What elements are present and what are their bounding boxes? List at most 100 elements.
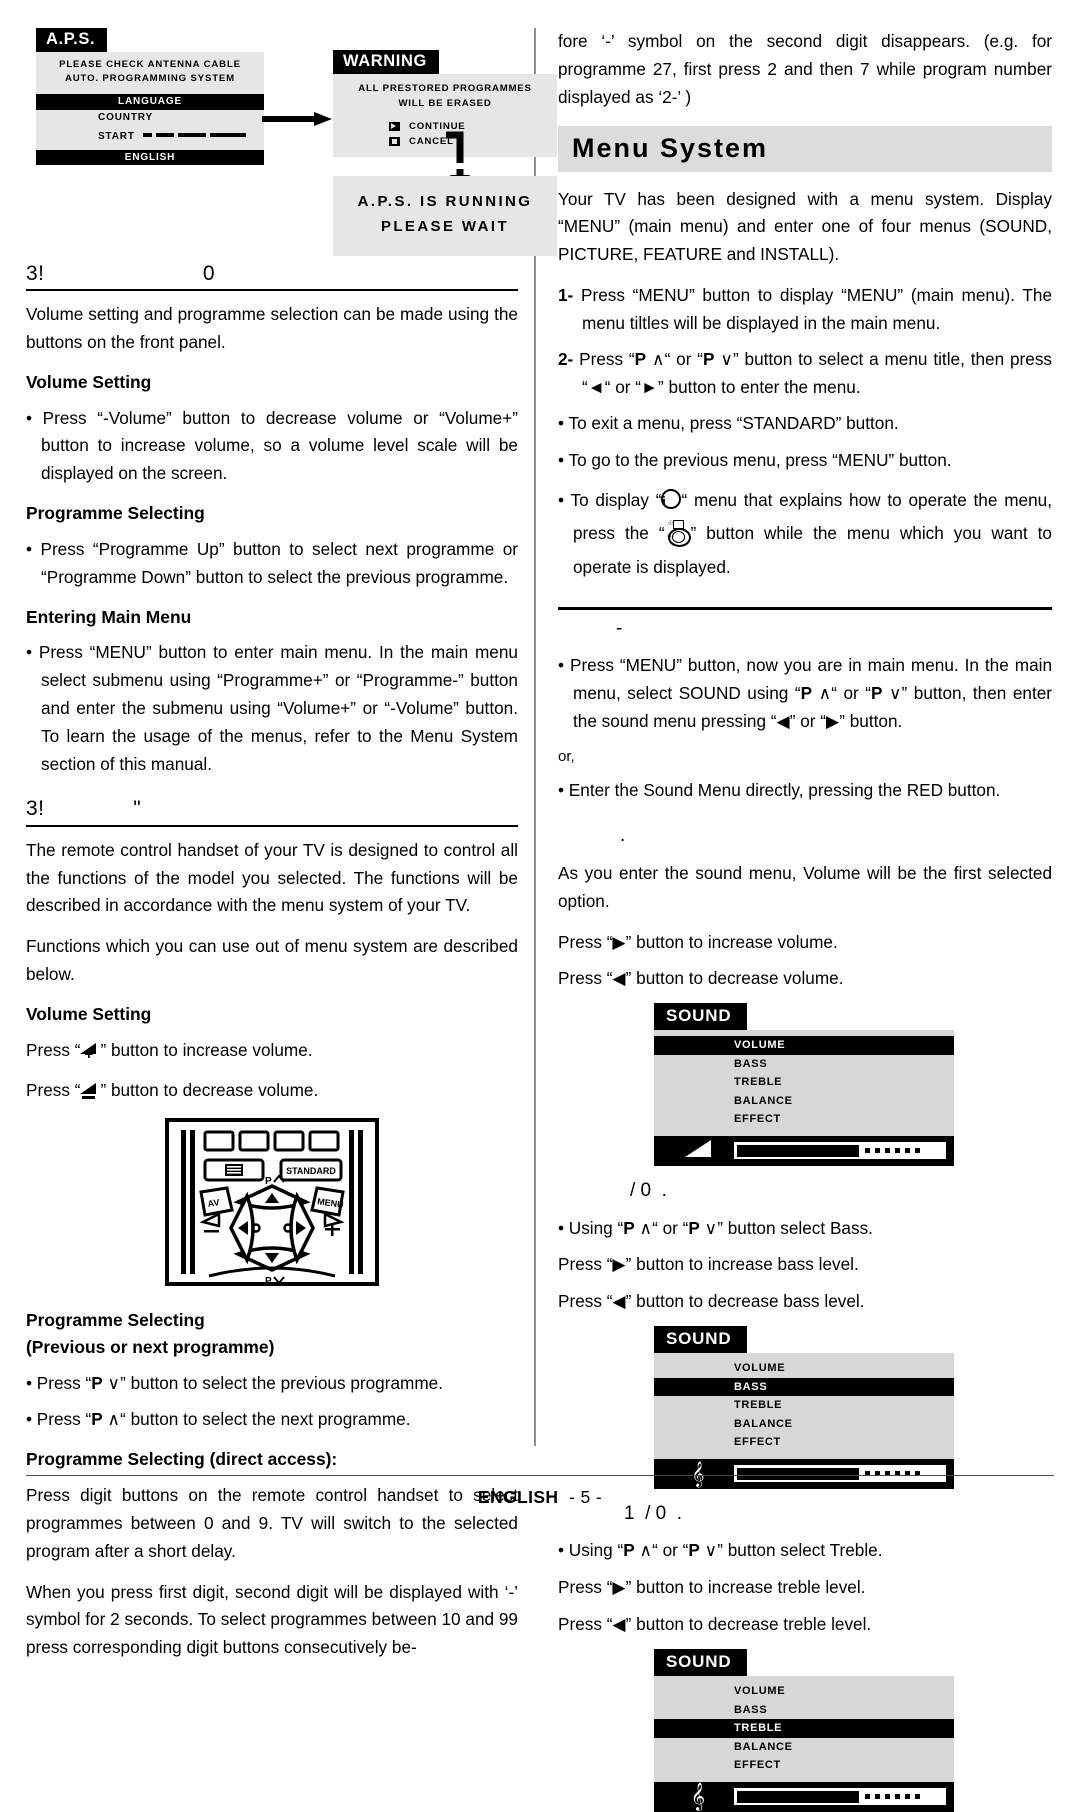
bullet-previous-programme-text: button to select the previous programme. (130, 1372, 443, 1393)
aps-running-line2: PLEASE WAIT (380, 217, 510, 235)
front-panel-intro: Volume setting and programme selection c… (26, 304, 518, 353)
step-1-number: 1- (558, 285, 574, 306)
paragraph-continued-from-left: fore ‘-’ symbol on the second digit disa… (558, 31, 1052, 107)
bullet-red-button: • Enter the Sound Menu directly, pressin… (558, 780, 1001, 801)
bullet-decrease-bass: Press “◀” button to decrease bass level. (558, 1291, 865, 1312)
step-2: 2- Press “P ∧“ or “P ∨” button to select… (558, 349, 1053, 397)
chevron-up-icon: ∧ (639, 1540, 653, 1561)
svg-text:STANDARD: STANDARD (286, 1166, 336, 1176)
arrow-right-icon: ► (641, 376, 659, 397)
speaker-icon (662, 1140, 734, 1161)
section-rule-sound (558, 606, 1052, 610)
aps-osd-line1: PLEASE CHECK ANTENNA CABLE (59, 59, 241, 70)
aps-running-line1: A.P.S. IS RUNNING (357, 193, 533, 210)
bullet-select-treble-text: button select Treble. (727, 1540, 883, 1561)
two-column-body: A.P.S. PLEASE CHECK ANTENNA CABLE AUTO. … (26, 28, 1054, 1812)
sound-osd-treble: SOUND VOLUME BASS TREBLE BALANCE EFFECT … (654, 1649, 954, 1812)
remote-control-illustration: STANDARD AV MENU P P (165, 1118, 379, 1287)
step-2-text: button to select a menu title, then pres… (744, 349, 1053, 370)
sound-item-treble: TREBLE (734, 1076, 783, 1089)
bullet-decrease-volume: Press “◀” button to decrease volume. (558, 968, 844, 989)
chevron-up-icon: ∧ (818, 683, 832, 704)
sound-item-effect: EFFECT (734, 1759, 781, 1772)
page-footer: ENGLISH - 5 - (26, 1475, 1054, 1508)
bullet-increase-bass: Press “▶” button to increase bass level. (558, 1254, 859, 1275)
sound-item-bass: BASS (654, 1377, 954, 1397)
sound-osd-volume: SOUND VOLUME BASS TREBLE BALANCE EFFECT (654, 1003, 954, 1166)
bullet-volume-setting: • Press “-Volume” button to decrease vol… (26, 407, 518, 484)
heading-programme-selecting: Programme Selecting (26, 503, 205, 524)
sound-item-volume: VOLUME (734, 1685, 786, 1698)
paragraph-volume-decrease: Press “” button to decrease volume. (26, 1080, 319, 1101)
chevron-up-icon: ∧ (107, 1409, 121, 1430)
cancel-icon (389, 137, 400, 147)
sound-item-bass: BASS (734, 1057, 768, 1070)
aps-osd-title: A.P.S. (36, 28, 108, 52)
flow-arrow-right-icon (262, 112, 332, 126)
heading-volume-setting-remote: Volume Setting (26, 1003, 152, 1024)
bullet-exit-menu: • To exit a menu, press “STANDARD” butto… (558, 413, 899, 434)
footer-page-number: - 5 - (569, 1487, 603, 1507)
footer-text: ENGLISH - 5 - (26, 1476, 1054, 1508)
remote-control-figure: STANDARD AV MENU P P (26, 1118, 518, 1291)
heading-programme-selecting-prev-next-sub: (Previous or next programme) (26, 1336, 275, 1357)
bullet-red-button-text: Enter the Sound Menu directly, pressing … (568, 780, 1001, 801)
gauge-dots (859, 1148, 920, 1154)
warning-osd-screen: WARNING ALL PRESTORED PROGRAMMES WILL BE… (333, 50, 557, 158)
paragraph-volume-increase-text: button to increase volume. (110, 1039, 313, 1060)
svg-text:P: P (265, 1276, 272, 1286)
using-prefix: Using “ (568, 1540, 624, 1561)
aps-osd-screen: A.P.S. PLEASE CHECK ANTENNA CABLE AUTO. … (36, 28, 264, 165)
sound-item-balance: BALANCE (734, 1094, 793, 1107)
chevron-down-icon: ∨ (704, 1540, 718, 1561)
chevron-down-icon: ∨ (888, 683, 902, 704)
info-circle-icon (661, 488, 682, 513)
heading-entering-main-menu: Entering Main Menu (26, 606, 192, 627)
bullet-entering-main-menu: • Press “MENU” button to enter main menu… (26, 642, 518, 774)
chevron-down-icon: ∨ (107, 1372, 121, 1393)
bullet-select-bass-text: button select Bass. (727, 1217, 873, 1238)
step-2-number: 2- (558, 349, 574, 370)
step-1-text: Press “MENU” button to display “MENU” (m… (581, 285, 1052, 333)
bullet-previous-programme: • Press “P ∨” button to select the previ… (26, 1372, 443, 1393)
aps-figure: A.P.S. PLEASE CHECK ANTENNA CABLE AUTO. … (26, 28, 557, 256)
bullet-increase-volume: Press “▶” button to increase volume. (558, 931, 838, 952)
bullet-volume-setting-text: Press “-Volume” button to decrease volum… (41, 407, 518, 484)
sound-item-bass: BASS (734, 1703, 768, 1716)
bullet-info-menu: • To display ““ menu that explains how t… (558, 484, 1052, 585)
paragraph-remote-control: The remote control handset of your TV is… (26, 839, 518, 916)
sound-level-bar: 𝄞 (654, 1781, 954, 1812)
aps-menu-item-start: START (36, 127, 264, 146)
sound-osd-bass: SOUND VOLUME BASS TREBLE BALANCE EFFECT … (654, 1326, 954, 1489)
volume-gauge (734, 1142, 946, 1160)
sound-item-volume: VOLUME (654, 1036, 954, 1055)
bullet-select-treble: • Using “P ∧“ or “P ∨” button select Tre… (558, 1540, 883, 1561)
heading-direct-access: Programme Selecting (direct access): (26, 1449, 338, 1470)
manual-page: A.P.S. PLEASE CHECK ANTENNA CABLE AUTO. … (0, 0, 1080, 1812)
bullet-exit-menu-text: To exit a menu, press “STANDARD” button. (568, 413, 899, 434)
sound-osd-title: SOUND (654, 1326, 748, 1354)
sound-level-bar (654, 1135, 954, 1166)
chevron-up-icon: ∧ (639, 1217, 653, 1238)
arrow-left-icon: ◄ (587, 376, 605, 397)
svg-text:P: P (265, 1176, 272, 1187)
section-heading-volume: . (620, 825, 626, 847)
volume-down-icon (80, 1083, 100, 1100)
volume-up-icon (80, 1042, 100, 1062)
sound-osd-title: SOUND (654, 1003, 748, 1031)
bullet-select-bass: • Using “P ∧“ or “P ∨” button select Bas… (558, 1217, 873, 1238)
sound-item-treble: TREBLE (654, 1719, 954, 1738)
footer-language: ENGLISH (477, 1487, 559, 1507)
warning-line1: ALL PRESTORED PROGRAMMES (358, 83, 532, 94)
heading-programme-selecting-prev-next: Programme Selecting (26, 1310, 205, 1331)
bullet-programme-selecting: • Press “Programme Up” button to select … (26, 538, 518, 587)
paragraph-functions-out-of-menu: Functions which you can use out of menu … (26, 936, 518, 985)
step-1: 1- Press “MENU” button to display “MENU”… (558, 282, 1052, 337)
warning-osd-title: WARNING (333, 50, 439, 74)
chevron-up-icon: ∧ (651, 349, 665, 370)
bullet-info-menu-text-1: To display “ (570, 489, 662, 510)
section-heading-remote-control: 3! " (26, 796, 518, 827)
banner-menu-system: Menu System (558, 125, 1052, 172)
svg-text:AV: AV (207, 1198, 220, 1210)
bullet-previous-menu-text: To go to the previous menu, press “MENU”… (568, 450, 952, 471)
